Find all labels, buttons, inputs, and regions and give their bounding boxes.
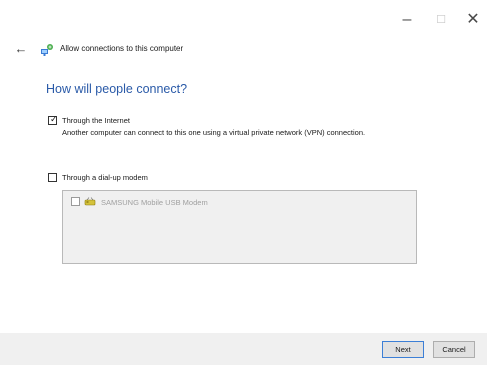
modem-list: SAMSUNG Mobile USB Modem: [62, 190, 417, 264]
close-button[interactable]: ✕: [462, 10, 484, 30]
modem-label: SAMSUNG Mobile USB Modem: [101, 198, 208, 207]
footer-bar: Next Cancel: [0, 333, 487, 365]
modem-checkbox: [71, 197, 80, 206]
back-button[interactable]: ←: [12, 40, 30, 58]
internet-option-description: Another computer can connect to this one…: [62, 128, 366, 137]
cancel-button[interactable]: Cancel: [433, 341, 475, 358]
list-item: SAMSUNG Mobile USB Modem: [71, 197, 371, 209]
dial-up-checkbox[interactable]: [48, 173, 57, 182]
wizard-nav: ← Allow connections to this computer: [12, 40, 312, 60]
network-connections-icon: [41, 44, 53, 56]
next-button[interactable]: Next: [382, 341, 424, 358]
option-dial-up[interactable]: Through a dial-up modem: [48, 173, 248, 185]
dial-up-option-label[interactable]: Through a dial-up modem: [62, 173, 148, 182]
maximize-button: ☐: [436, 14, 446, 26]
window-title: Allow connections to this computer: [60, 44, 184, 53]
page-title: How will people connect?: [46, 82, 188, 96]
internet-option-label[interactable]: Through the Internet: [62, 116, 130, 125]
title-bar: – ☐ ✕: [0, 0, 487, 38]
option-internet[interactable]: ✓ Through the Internet Another computer …: [48, 114, 408, 156]
minimize-button[interactable]: –: [396, 10, 418, 30]
checkmark-icon: ✓: [50, 114, 58, 124]
internet-checkbox[interactable]: ✓: [48, 114, 58, 125]
modem-icon: [84, 197, 96, 206]
